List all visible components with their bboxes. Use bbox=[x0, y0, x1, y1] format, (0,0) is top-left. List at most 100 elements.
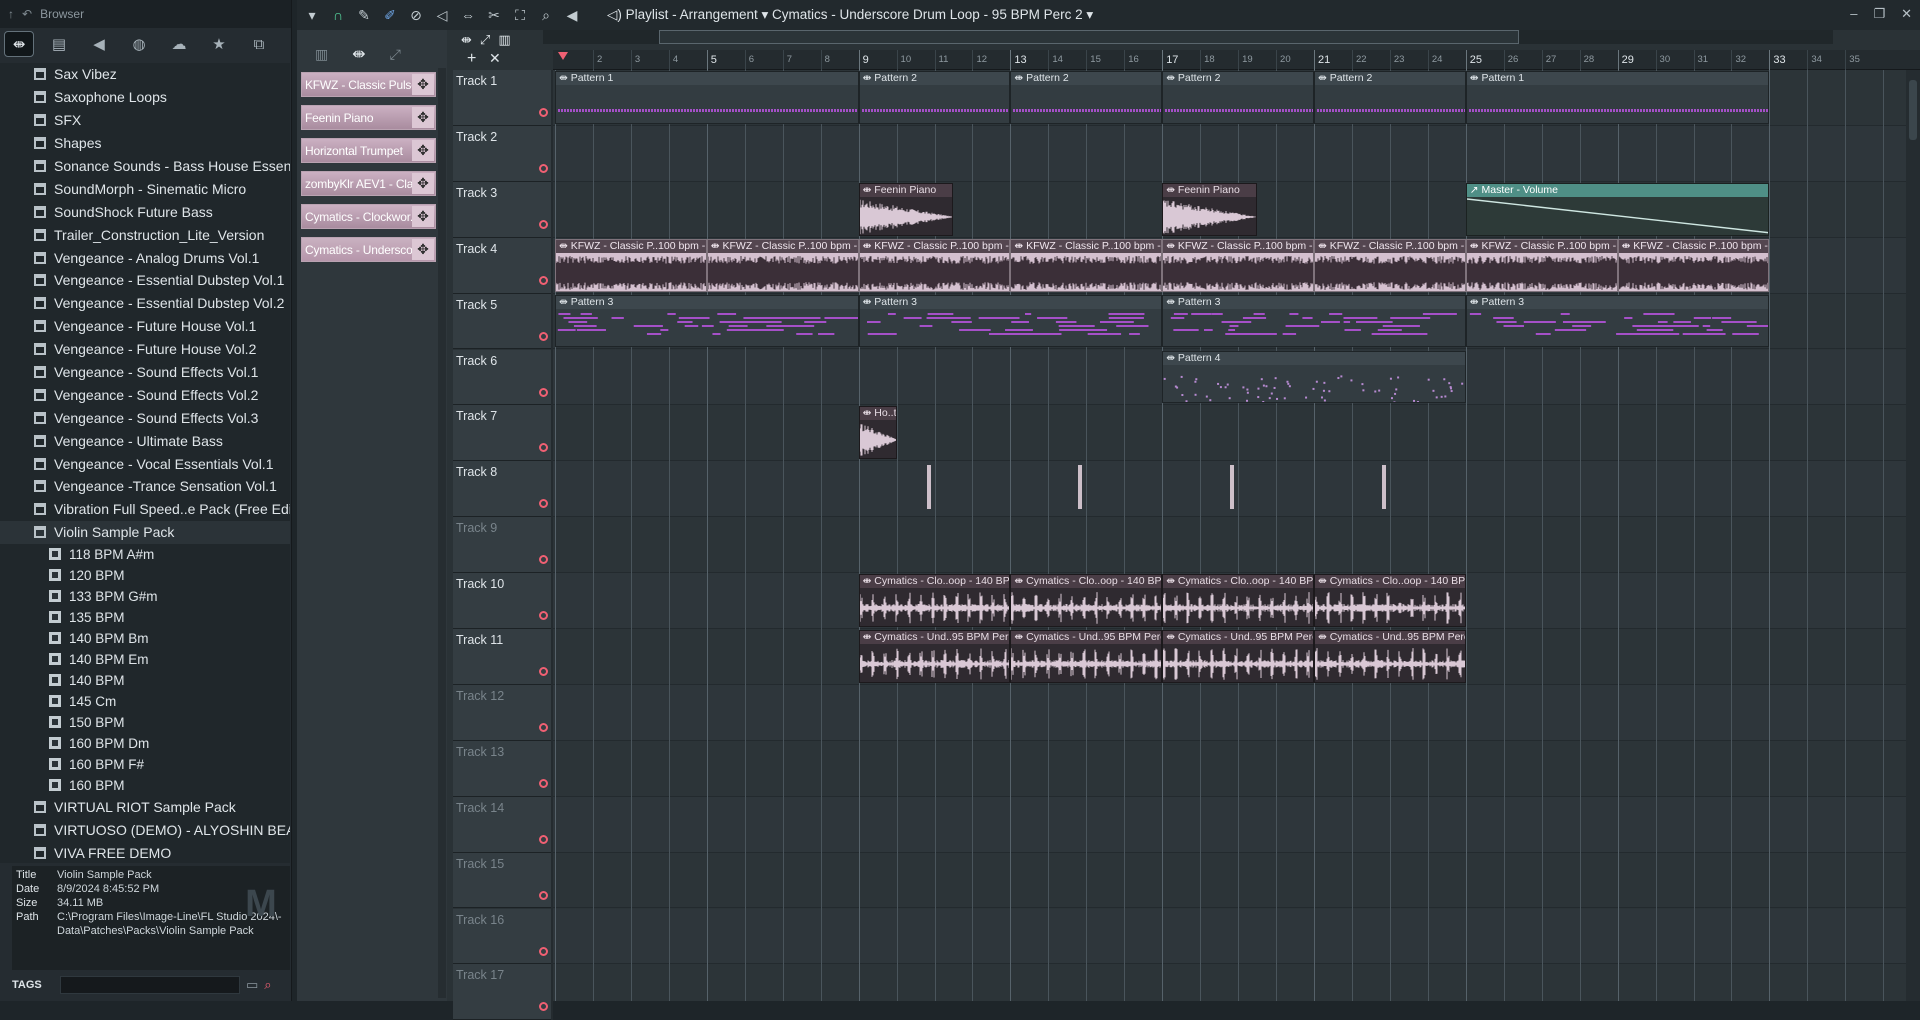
track-header[interactable]: Track 3 bbox=[453, 181, 553, 238]
tree-folder[interactable]: Vengeance - Sound Effects Vol.3 bbox=[0, 406, 290, 429]
piano-icon[interactable]: ▥ bbox=[315, 46, 328, 63]
mute-icon[interactable]: ◁ bbox=[433, 7, 451, 24]
pattern-clip[interactable]: ⇼ Pattern 1 bbox=[1465, 71, 1770, 124]
tree-folder[interactable]: Sonance Sounds - Bass House Essentials bbox=[0, 155, 290, 178]
audio-clip[interactable]: ⇼ Cymatics - Und..95 BPM Perc 2 bbox=[1314, 630, 1466, 683]
audio-clip[interactable]: ⇼ Cymatics - Clo..oop - 140 BPM bbox=[1162, 574, 1314, 627]
track-lane[interactable] bbox=[553, 684, 1920, 741]
tree-subfolder[interactable]: 135 BPM bbox=[0, 607, 290, 628]
audio-clip[interactable]: ⇼ KFWZ - Classic P..100 bpm - F bbox=[1314, 238, 1466, 292]
all-files-icon[interactable]: ⇼ bbox=[4, 31, 34, 57]
record-arm-icon[interactable] bbox=[539, 499, 548, 509]
track-lane[interactable] bbox=[553, 517, 1920, 574]
channel-item[interactable]: Cymatics - Clockwor.. ✥ bbox=[301, 204, 436, 229]
slip-icon[interactable]: ⇔ bbox=[459, 7, 477, 23]
record-arm-icon[interactable] bbox=[539, 1002, 548, 1012]
tree-subfolder[interactable]: 140 BPM Bm bbox=[0, 628, 290, 649]
drag-handle-icon[interactable]: ✥ bbox=[412, 173, 434, 194]
add-track-icon[interactable]: + bbox=[467, 50, 476, 68]
track-header[interactable]: Track 5 bbox=[453, 293, 553, 350]
tree-subfolder[interactable]: 120 BPM bbox=[0, 565, 290, 586]
channel-item[interactable]: zombyKlr AEV1 - Cla.. ✥ bbox=[301, 171, 436, 196]
grid-icon[interactable]: ▥ bbox=[498, 32, 510, 48]
close-track-icon[interactable]: ✕ bbox=[489, 50, 501, 67]
track-lane[interactable] bbox=[553, 461, 1920, 518]
track-header[interactable]: Track 14 bbox=[453, 796, 553, 853]
audio-clip[interactable]: ⇼ KFWZ - Classic P..100 bpm - F bbox=[858, 238, 1011, 292]
paint-brush-icon[interactable]: ✐ bbox=[381, 7, 399, 24]
audio-clip[interactable]: ⇼ KFWZ - Classic P..100 bpm - F bbox=[1010, 238, 1163, 292]
speaker-icon[interactable]: ◀ bbox=[84, 31, 114, 57]
one-shot-marker[interactable] bbox=[926, 465, 931, 510]
magnet-snap-icon[interactable]: ∩ bbox=[329, 7, 347, 23]
tree-subfolder[interactable]: 140 BPM bbox=[0, 670, 290, 691]
tree-folder[interactable]: Saxophone Loops bbox=[0, 86, 290, 109]
record-arm-icon[interactable] bbox=[539, 108, 548, 117]
channel-item[interactable]: Horizontal Trumpet ✥ bbox=[301, 138, 436, 163]
tree-subfolder[interactable]: 133 BPM G#m bbox=[0, 586, 290, 607]
tree-folder[interactable]: Vengeance - Essential Dubstep Vol.2 bbox=[0, 292, 290, 315]
audio-clip[interactable]: ⇼ Ho..t bbox=[858, 406, 897, 460]
record-arm-icon[interactable] bbox=[539, 611, 548, 621]
audio-clip[interactable]: ⇼ KFWZ - Classic P..100 bpm - F bbox=[1465, 238, 1618, 292]
record-arm-icon[interactable] bbox=[539, 834, 548, 844]
pattern-clip[interactable]: ⇼ Pattern 3 bbox=[1465, 294, 1770, 348]
tree-folder[interactable]: VIRTUAL RIOT Sample Pack bbox=[0, 796, 290, 819]
tree-folder[interactable]: Vengeance - Future House Vol.2 bbox=[0, 338, 290, 361]
playhead-marker[interactable] bbox=[558, 52, 568, 60]
pattern-clip[interactable]: ⇼ Pattern 2 bbox=[1162, 71, 1314, 124]
drag-handle-icon[interactable]: ✥ bbox=[412, 140, 434, 161]
record-arm-icon[interactable] bbox=[539, 778, 548, 788]
audio-clip[interactable]: ⇼ Cymatics - Clo..oop - 140 BPM bbox=[1010, 574, 1163, 627]
delete-icon[interactable]: ⊘ bbox=[407, 7, 425, 24]
audio-clip[interactable]: ⇼ Cymatics - Und..95 BPM Perc 2 bbox=[1162, 630, 1314, 683]
track-header[interactable]: Track 6 bbox=[453, 349, 553, 406]
cloud-icon[interactable]: ☁ bbox=[164, 31, 194, 57]
tag-icon[interactable]: ⧉ bbox=[244, 31, 274, 57]
tree-folder[interactable]: Shapes bbox=[0, 132, 290, 155]
track-header[interactable]: Track 16 bbox=[453, 908, 553, 965]
link-icon[interactable]: ⤢ bbox=[480, 32, 490, 48]
pattern-clip[interactable]: ⇼ Pattern 1 bbox=[555, 71, 859, 124]
speaker-icon[interactable]: ◁) bbox=[607, 7, 622, 22]
playback-icon[interactable]: ◀ bbox=[563, 7, 581, 24]
pencil-icon[interactable]: ✎ bbox=[355, 7, 373, 24]
file-icon[interactable]: ▤ bbox=[44, 31, 74, 57]
record-arm-icon[interactable] bbox=[539, 946, 548, 956]
tree-subfolder[interactable]: 145 Cm bbox=[0, 691, 290, 712]
track-header[interactable]: Track 15 bbox=[453, 852, 553, 909]
record-arm-icon[interactable] bbox=[539, 890, 548, 900]
audio-clip[interactable]: ⇼ Cymatics - Clo..oop - 140 BPM bbox=[858, 574, 1011, 627]
folder-icon[interactable]: ▭ bbox=[246, 977, 258, 993]
tags-input[interactable] bbox=[60, 976, 240, 994]
track-lane[interactable] bbox=[553, 796, 1920, 853]
tree-subfolder[interactable]: 140 BPM Em bbox=[0, 649, 290, 670]
track-lane[interactable] bbox=[553, 908, 1920, 965]
record-arm-icon[interactable] bbox=[539, 331, 548, 341]
audio-clip[interactable]: ⇼ Feenin Piano bbox=[858, 182, 954, 236]
track-header[interactable]: Track 12 bbox=[453, 684, 553, 741]
vertical-scrollbar[interactable] bbox=[1906, 70, 1920, 1001]
tree-subfolder[interactable]: 160 BPM bbox=[0, 775, 290, 796]
tree-folder[interactable]: Vengeance - Essential Dubstep Vol.1 bbox=[0, 269, 290, 292]
audio-clip-icon[interactable]: ⇼ bbox=[461, 32, 472, 48]
tree-folder[interactable]: VIRTUOSO (DEMO) - ALYOSHIN BEATS bbox=[0, 819, 290, 842]
audio-clip[interactable]: ⇼ Cymatics - Clo..oop - 140 BPM bbox=[1314, 574, 1466, 627]
record-arm-icon[interactable] bbox=[539, 275, 548, 285]
tree-folder[interactable]: Vengeance - Vocal Essentials Vol.1 bbox=[0, 452, 290, 475]
drag-handle-icon[interactable]: ✥ bbox=[412, 206, 434, 227]
audio-clip[interactable]: ⇼ KFWZ - Classic P..100 bpm - F bbox=[1162, 238, 1314, 292]
close-icon[interactable]: ✕ bbox=[1901, 6, 1912, 22]
track-header[interactable]: Track 17 bbox=[453, 964, 553, 1020]
record-arm-icon[interactable] bbox=[539, 555, 548, 565]
record-arm-icon[interactable] bbox=[539, 387, 548, 397]
menu-arrow-icon[interactable]: ▾ bbox=[303, 7, 321, 24]
audio-clip[interactable]: ⇼ Feenin Piano bbox=[1162, 182, 1258, 236]
channel-item[interactable]: Cymatics - Underscor.. ✥ bbox=[301, 237, 436, 262]
track-header[interactable]: Track 7 bbox=[453, 405, 553, 462]
tree-folder[interactable]: SoundShock Future Bass bbox=[0, 200, 290, 223]
pattern-clip[interactable]: ⇼ Pattern 3 bbox=[858, 294, 1163, 348]
pattern-clip[interactable]: ⇼ Pattern 2 bbox=[1314, 71, 1466, 124]
track-header[interactable]: Track 2 bbox=[453, 125, 553, 182]
tree-folder[interactable]: Vengeance -Trance Sensation Vol.1 bbox=[0, 475, 290, 498]
